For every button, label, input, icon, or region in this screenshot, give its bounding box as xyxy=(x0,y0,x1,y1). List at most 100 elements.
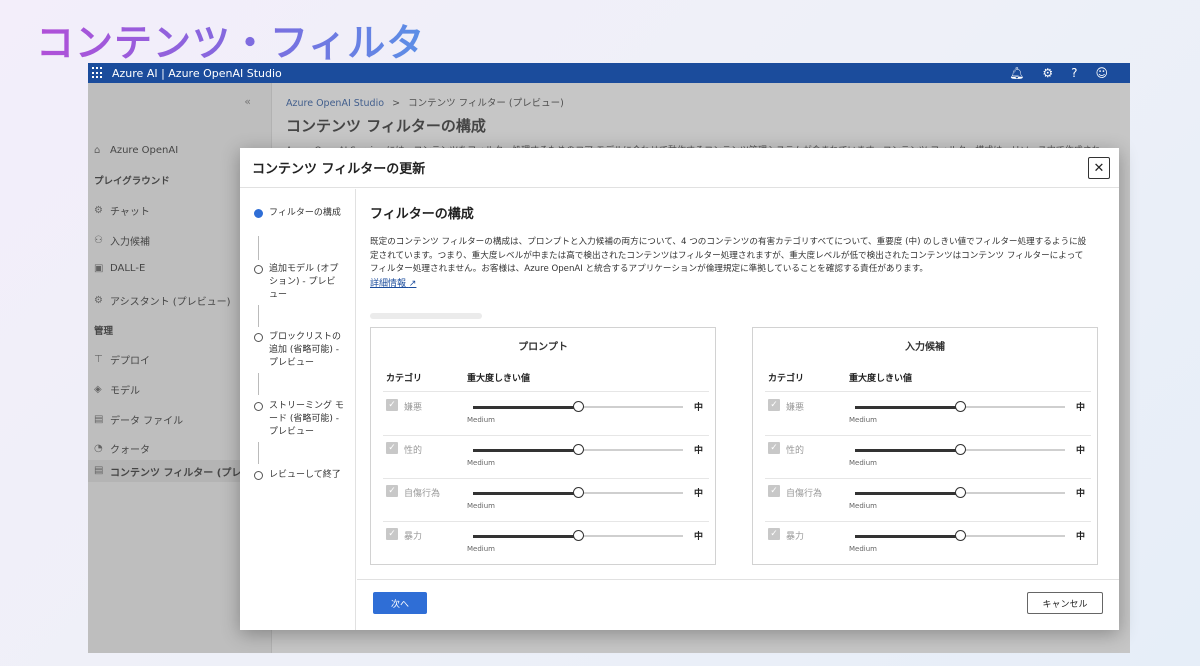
category-checkbox[interactable]: ✓ xyxy=(768,442,780,454)
severity-slider[interactable] xyxy=(473,487,683,498)
slider-thumb[interactable] xyxy=(573,401,584,412)
severity-value: 中 xyxy=(693,403,703,413)
step-indicator-icon xyxy=(254,402,263,411)
slider-fill xyxy=(473,405,578,409)
slider-thumb[interactable] xyxy=(573,487,584,498)
severity-value: 中 xyxy=(693,446,703,456)
dialog-content: フィルターの構成 既定のコンテンツ フィルターの構成は、プロンプトと入力候補の両… xyxy=(370,203,1099,565)
completion-panel: 入力候補 カテゴリ 重大度しきい値 ✓ 嫌悪 Medium 中 ✓ 性的 Medium 中 ✓ 自… xyxy=(752,327,1098,565)
slider-thumb[interactable] xyxy=(573,444,584,455)
slider-fill xyxy=(855,491,960,495)
slider-fill xyxy=(855,405,960,409)
step-blocklist[interactable]: ブロックリストの追加 (省略可能) - プレビュー xyxy=(254,331,344,370)
section-heading: フィルターの構成 xyxy=(370,207,474,222)
severity-level-label: Medium xyxy=(849,545,877,553)
severity-slider[interactable] xyxy=(473,444,683,455)
category-checkbox[interactable]: ✓ xyxy=(386,399,398,411)
step-streaming-mode[interactable]: ストリーミング モード (省略可能) - プレビュー xyxy=(254,400,344,439)
category-label: 性的 xyxy=(404,446,423,456)
dialog-title: コンテンツ フィルターの更新 xyxy=(252,162,426,177)
dialog-footer: 次へ キャンセル xyxy=(357,579,1119,630)
slider-fill xyxy=(473,448,578,452)
prompt-panel: プロンプト カテゴリ 重大度しきい値 ✓ 嫌悪 Medium 中 ✓ 性的 Medium 中 ✓… xyxy=(370,327,716,565)
category-label: 嫌悪 xyxy=(404,403,423,413)
category-row: ✓ 暴力 Medium 中 xyxy=(753,521,1097,564)
slider-fill xyxy=(855,448,960,452)
category-checkbox[interactable]: ✓ xyxy=(768,528,780,540)
learn-more-link[interactable]: 詳細情報 ↗ xyxy=(370,278,416,292)
panel-title: プロンプト xyxy=(518,342,568,353)
app-title: Azure AI | Azure OpenAI Studio xyxy=(112,66,282,80)
category-checkbox[interactable]: ✓ xyxy=(768,399,780,411)
category-label: 性的 xyxy=(786,446,805,456)
category-row: ✓ 嫌悪 Medium 中 xyxy=(371,392,715,435)
category-checkbox[interactable]: ✓ xyxy=(768,485,780,497)
close-button[interactable]: ✕ xyxy=(1088,157,1110,179)
bell-icon[interactable]: 🔔︎ xyxy=(1009,66,1024,80)
step-indicator-icon xyxy=(254,265,263,274)
slider-fill xyxy=(473,491,578,495)
severity-slider[interactable] xyxy=(855,530,1065,541)
category-row: ✓ 暴力 Medium 中 xyxy=(371,521,715,564)
step-indicator-icon xyxy=(254,333,263,342)
category-checkbox[interactable]: ✓ xyxy=(386,485,398,497)
slider-thumb[interactable] xyxy=(955,530,966,541)
smiley-icon[interactable]: ☺ xyxy=(1095,66,1108,80)
slider-fill xyxy=(473,534,578,538)
slider-thumb[interactable] xyxy=(573,530,584,541)
step-additional-models[interactable]: 追加モデル (オプション) - プレビュー xyxy=(254,263,344,302)
category-row: ✓ 自傷行為 Medium 中 xyxy=(371,478,715,521)
severity-slider[interactable] xyxy=(473,401,683,412)
slider-thumb[interactable] xyxy=(955,487,966,498)
slide-title: コンテンツ・フィルタ xyxy=(36,12,425,67)
slider-thumb[interactable] xyxy=(955,401,966,412)
category-row: ✓ 嫌悪 Medium 中 xyxy=(753,392,1097,435)
step-connector xyxy=(258,236,259,260)
wizard-steps: フィルターの構成 追加モデル (オプション) - プレビュー ブロックリストの追… xyxy=(240,189,356,630)
severity-value: 中 xyxy=(1075,446,1085,456)
category-label: 自傷行為 xyxy=(786,489,823,499)
slider-thumb[interactable] xyxy=(955,444,966,455)
severity-level-label: Medium xyxy=(467,416,495,424)
step-review[interactable]: レビューして終了 xyxy=(254,469,344,482)
column-header-threshold: 重大度しきい値 xyxy=(467,374,531,384)
category-checkbox[interactable]: ✓ xyxy=(386,528,398,540)
next-button[interactable]: 次へ xyxy=(373,592,427,614)
severity-value: 中 xyxy=(1075,489,1085,499)
severity-value: 中 xyxy=(1075,532,1085,542)
severity-value: 中 xyxy=(693,532,703,542)
help-icon[interactable]: ? xyxy=(1071,66,1077,80)
top-bar: Azure AI | Azure OpenAI Studio 🔔︎ ⚙ ? ☺ xyxy=(88,63,1130,83)
category-checkbox[interactable]: ✓ xyxy=(386,442,398,454)
severity-slider[interactable] xyxy=(855,487,1065,498)
category-row: ✓ 性的 Medium 中 xyxy=(371,435,715,478)
step-configure-filter[interactable]: フィルターの構成 xyxy=(254,207,344,220)
cancel-button[interactable]: キャンセル xyxy=(1027,592,1103,614)
severity-slider[interactable] xyxy=(855,401,1065,412)
category-label: 嫌悪 xyxy=(786,403,805,413)
severity-slider[interactable] xyxy=(855,444,1065,455)
severity-value: 中 xyxy=(1075,403,1085,413)
category-label: 暴力 xyxy=(404,532,423,542)
app-launcher-icon[interactable] xyxy=(92,67,104,79)
dialog-header: コンテンツ フィルターの更新 xyxy=(240,148,1119,188)
external-link-icon: ↗ xyxy=(408,278,417,289)
category-label: 暴力 xyxy=(786,532,805,542)
category-row: ✓ 自傷行為 Medium 中 xyxy=(753,478,1097,521)
severity-level-label: Medium xyxy=(849,502,877,510)
severity-level-label: Medium xyxy=(849,416,877,424)
severity-level-label: Medium xyxy=(467,459,495,467)
severity-slider[interactable] xyxy=(473,530,683,541)
severity-level-label: Medium xyxy=(849,459,877,467)
step-connector xyxy=(258,442,259,464)
step-connector xyxy=(258,305,259,327)
category-label: 自傷行為 xyxy=(404,489,441,499)
severity-level-label: Medium xyxy=(467,545,495,553)
gear-icon[interactable]: ⚙ xyxy=(1042,66,1053,80)
update-filter-dialog: コンテンツ フィルターの更新 ✕ フィルターの構成 追加モデル (オプション) … xyxy=(240,148,1119,630)
severity-value: 中 xyxy=(693,489,703,499)
panel-title: 入力候補 xyxy=(905,342,945,353)
category-row: ✓ 性的 Medium 中 xyxy=(753,435,1097,478)
step-indicator-icon xyxy=(254,471,263,480)
step-indicator-icon xyxy=(254,209,263,218)
